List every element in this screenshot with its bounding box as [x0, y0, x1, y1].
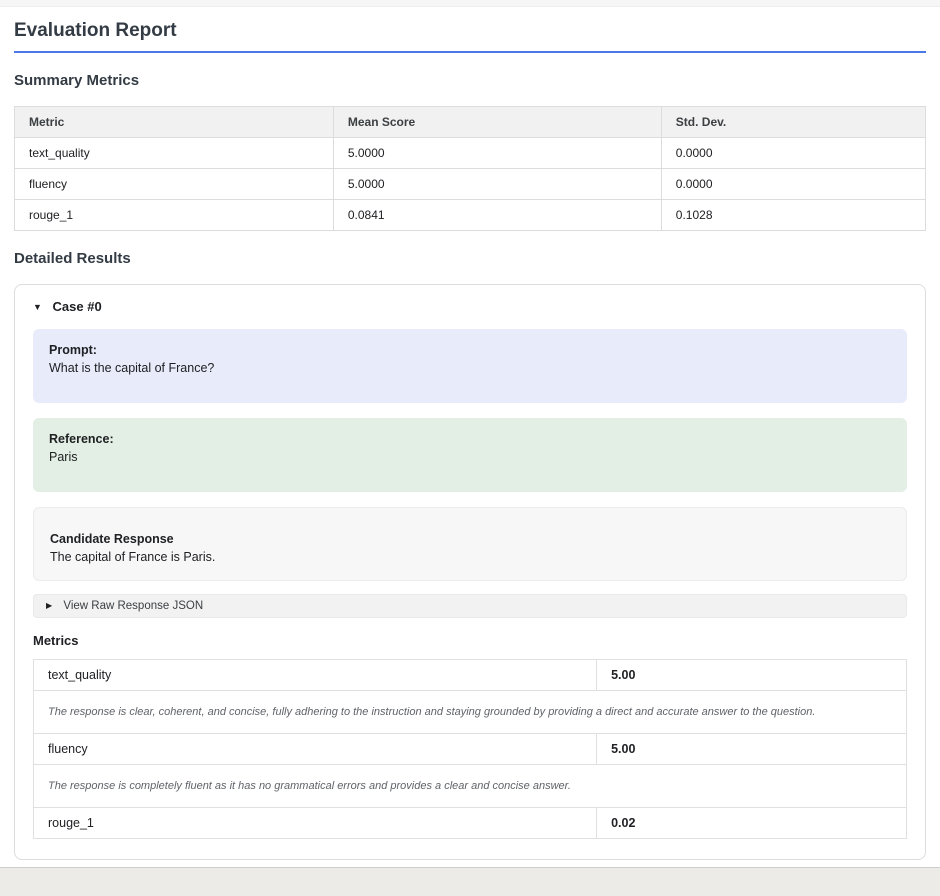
summary-col-metric: Metric: [15, 107, 334, 138]
reference-box: Reference: Paris: [33, 418, 907, 492]
summary-header-row: Metric Mean Score Std. Dev.: [15, 107, 926, 138]
raw-json-toggle[interactable]: ▶ View Raw Response JSON: [34, 595, 906, 617]
summary-row: fluency5.00000.0000: [15, 169, 926, 200]
metric-explanation-row: The response is completely fluent as it …: [34, 765, 907, 808]
report-content: Evaluation Report Summary Metrics Metric…: [0, 20, 940, 868]
prompt-label: Prompt:: [49, 341, 891, 359]
report-page: Evaluation Report Summary Metrics Metric…: [0, 0, 940, 868]
raw-json-label: View Raw Response JSON: [63, 600, 203, 612]
candidate-response-label: Candidate Response: [50, 530, 890, 548]
metric-explanation-row: The response is clear, coherent, and con…: [34, 691, 907, 734]
caret-down-icon: ▼: [33, 302, 42, 312]
reference-text: Paris: [49, 448, 891, 466]
top-strip: [0, 0, 940, 7]
summary-cell-metric: rouge_1: [15, 200, 334, 231]
metric-row: fluency5.00: [34, 734, 907, 765]
summary-row: rouge_10.08410.1028: [15, 200, 926, 231]
case-0-card: ▼ Case #0 Prompt: What is the capital of…: [14, 284, 926, 860]
summary-metrics-table: Metric Mean Score Std. Dev. text_quality…: [14, 106, 926, 231]
metric-score: 5.00: [597, 660, 907, 691]
summary-cell-mean: 0.0841: [333, 200, 661, 231]
metric-name: rouge_1: [34, 808, 597, 839]
raw-json-details: ▶ View Raw Response JSON: [33, 594, 907, 618]
summary-cell-std: 0.0000: [661, 169, 925, 200]
summary-row: text_quality5.00000.0000: [15, 138, 926, 169]
metric-score: 5.00: [597, 734, 907, 765]
prompt-text: What is the capital of France?: [49, 359, 891, 377]
summary-col-mean: Mean Score: [333, 107, 661, 138]
page-title: Evaluation Report: [14, 20, 926, 53]
case-0-title: Case #0: [53, 299, 102, 314]
summary-cell-metric: text_quality: [15, 138, 334, 169]
summary-cell-metric: fluency: [15, 169, 334, 200]
prompt-box: Prompt: What is the capital of France?: [33, 329, 907, 403]
metric-row: rouge_10.02: [34, 808, 907, 839]
metric-explanation: The response is completely fluent as it …: [34, 765, 907, 808]
metric-row: text_quality5.00: [34, 660, 907, 691]
caret-right-icon: ▶: [46, 601, 52, 610]
summary-cell-mean: 5.0000: [333, 138, 661, 169]
case-0-toggle[interactable]: ▼ Case #0: [33, 299, 907, 314]
case-metrics-table: text_quality5.00The response is clear, c…: [33, 659, 907, 839]
detailed-results-heading: Detailed Results: [14, 250, 926, 267]
metric-name: text_quality: [34, 660, 597, 691]
metric-explanation: The response is clear, coherent, and con…: [34, 691, 907, 734]
summary-cell-std: 0.1028: [661, 200, 925, 231]
summary-cell-mean: 5.0000: [333, 169, 661, 200]
metric-name: fluency: [34, 734, 597, 765]
reference-label: Reference:: [49, 430, 891, 448]
summary-cell-std: 0.0000: [661, 138, 925, 169]
summary-col-std: Std. Dev.: [661, 107, 925, 138]
summary-metrics-heading: Summary Metrics: [14, 72, 926, 89]
case-metrics-heading: Metrics: [33, 633, 907, 648]
candidate-response-text: The capital of France is Paris.: [50, 548, 890, 566]
candidate-response-box: Candidate Response The capital of France…: [33, 507, 907, 581]
metric-score: 0.02: [597, 808, 907, 839]
